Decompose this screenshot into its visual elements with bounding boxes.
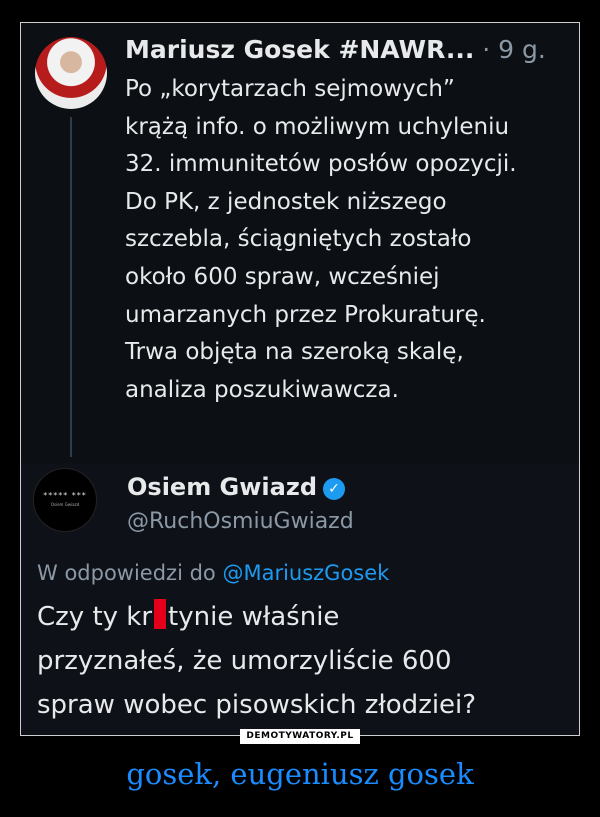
demotivator-frame: Mariusz Gosek #NAWR... · 9 g. Po „koryta… <box>20 22 580 736</box>
tweet-line: umarzanych przez Prokuraturę. <box>125 301 486 328</box>
tweet-text: Po „korytarzach sejmowych” krążą info. o… <box>125 71 571 409</box>
tweet-line: Po „korytarzach sejmowych” <box>125 76 455 102</box>
reply-author: Osiem Gwiazd ✓ <box>127 473 345 501</box>
author-name[interactable]: Mariusz Gosek #NAWR... <box>125 35 474 64</box>
tweet-line: Do PK, z jednostek niższego <box>125 188 447 215</box>
original-tweet: Mariusz Gosek #NAWR... · 9 g. Po „koryta… <box>21 23 579 463</box>
replying-prefix: W odpowiedzi do <box>37 561 223 585</box>
reply-line: Czy ty kr tynie właśnie <box>37 595 567 639</box>
reply-text: Czy ty kr tynie właśnie przyznałeś, że um… <box>37 595 567 727</box>
verified-badge-icon: ✓ <box>323 478 345 500</box>
tweet-line: krążą info. o możliwym uchyleniu <box>125 113 510 140</box>
reply-handle[interactable]: @RuchOsmiuGwiazd <box>127 509 354 534</box>
reply-author-name[interactable]: Osiem Gwiazd <box>127 473 317 501</box>
tweet-line: Trwa objęta na szeroką skalę, <box>125 339 464 366</box>
avatar-sub-text: Osiem Gwiazd <box>50 502 80 507</box>
reply-line: przyznałeś, że umorzyliście 600 <box>37 646 452 676</box>
tweet-time[interactable]: · 9 g. <box>482 35 546 64</box>
replying-mention-link[interactable]: @MariuszGosek <box>222 561 389 585</box>
reply-line-part: Czy ty kr <box>37 602 153 632</box>
avatar-stars-text: ***** *** <box>43 491 87 500</box>
tweet-line: analiza poszukiwawcza. <box>125 376 399 403</box>
reply-line: spraw wobec pisowskich złodziei? <box>37 690 477 720</box>
reply-line-part: tynie właśnie <box>168 602 340 632</box>
censor-bar <box>154 599 167 629</box>
tweet-line: szczebla, ściągniętych zostało <box>125 226 472 253</box>
tweet-line: 32. immunitetów posłów opozycji. <box>125 151 517 178</box>
thread-line <box>70 117 72 457</box>
caption-title[interactable]: gosek, eugeniusz gosek <box>0 757 600 791</box>
avatar-osiem-gwiazd[interactable]: ***** *** Osiem Gwiazd <box>33 468 97 532</box>
watermark-logo: DEMOTYWATORY.PL <box>240 729 360 744</box>
replying-to: W odpowiedzi do @MariuszGosek <box>37 561 389 585</box>
tweet-line: około 600 spraw, wcześniej <box>125 263 440 290</box>
avatar-mariusz-gosek[interactable] <box>35 37 107 109</box>
tweet-header: Mariusz Gosek #NAWR... · 9 g. <box>125 35 546 64</box>
